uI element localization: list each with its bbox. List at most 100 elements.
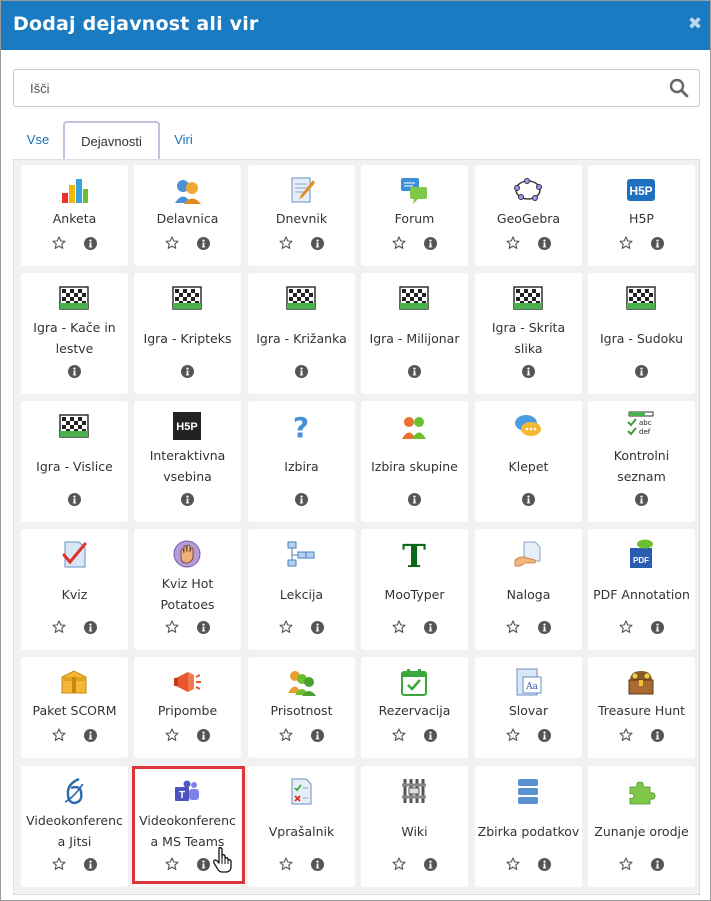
star-icon[interactable] [506, 620, 520, 634]
info-icon[interactable] [197, 621, 210, 634]
module-tile-prisotnost[interactable]: Prisotnost [248, 657, 355, 758]
tab-all[interactable]: Vse [13, 121, 63, 161]
info-icon[interactable] [84, 621, 97, 634]
module-tile-anketa[interactable]: Anketa [21, 165, 128, 266]
module-tile-videokonferenc-a-jitsi[interactable]: Videokonferenc a Jitsi [21, 766, 128, 887]
close-icon[interactable]: ✖ [687, 14, 703, 34]
module-tile-izbira[interactable]: ? Izbira [248, 401, 355, 522]
module-tile-pripombe[interactable]: Pripombe [134, 657, 241, 758]
info-icon[interactable] [538, 729, 551, 742]
info-icon[interactable] [635, 493, 648, 506]
info-icon[interactable] [68, 493, 81, 506]
info-icon[interactable] [538, 237, 551, 250]
module-tile-igra-skrita-slika[interactable]: Igra - Skrita slika [475, 273, 582, 394]
info-icon[interactable] [424, 729, 437, 742]
star-icon[interactable] [279, 620, 293, 634]
info-icon[interactable] [181, 493, 194, 506]
tab-activities[interactable]: Dejavnosti [63, 121, 160, 161]
module-tile-treasure-hunt[interactable]: Treasure Hunt [588, 657, 695, 758]
module-tile-vprasalnik[interactable]: Vprašalnik [248, 766, 355, 887]
info-icon[interactable] [197, 729, 210, 742]
star-icon[interactable] [52, 728, 66, 742]
info-icon[interactable] [197, 858, 210, 871]
star-icon[interactable] [392, 620, 406, 634]
module-tile-rezervacija[interactable]: Rezervacija [361, 657, 468, 758]
module-tile-dnevnik[interactable]: Dnevnik [248, 165, 355, 266]
star-icon[interactable] [52, 620, 66, 634]
star-icon[interactable] [619, 236, 633, 250]
info-icon[interactable] [84, 729, 97, 742]
module-tile-interaktivna-vsebina[interactable]: H5P Interaktivna vsebina [134, 401, 241, 522]
module-tile-klepet[interactable]: Klepet [475, 401, 582, 522]
info-icon[interactable] [84, 237, 97, 250]
info-icon[interactable] [197, 237, 210, 250]
star-icon[interactable] [279, 236, 293, 250]
module-tile-igra-sudoku[interactable]: Igra - Sudoku [588, 273, 695, 394]
module-tile-igra-kripteks[interactable]: Igra - Kripteks [134, 273, 241, 394]
info-icon[interactable] [538, 621, 551, 634]
module-tile-igra-milijonar[interactable]: Igra - Milijonar [361, 273, 468, 394]
tab-resources[interactable]: Viri [160, 121, 207, 161]
module-tile-igra-krizanka[interactable]: Igra - Križanka [248, 273, 355, 394]
module-tile-delavnica[interactable]: Delavnica [134, 165, 241, 266]
info-icon[interactable] [408, 493, 421, 506]
info-icon[interactable] [68, 365, 81, 378]
star-icon[interactable] [165, 728, 179, 742]
module-tile-geogebra[interactable]: GeoGebra [475, 165, 582, 266]
star-icon[interactable] [506, 236, 520, 250]
module-tile-igra-kace-in-lestve[interactable]: Igra - Kače in lestve [21, 273, 128, 394]
star-icon[interactable] [165, 236, 179, 250]
info-icon[interactable] [311, 621, 324, 634]
star-icon[interactable] [392, 857, 406, 871]
star-icon[interactable] [392, 728, 406, 742]
module-tile-zbirka-podatkov[interactable]: Zbirka podatkov [475, 766, 582, 887]
module-tile-lekcija[interactable]: Lekcija [248, 529, 355, 650]
search-icon[interactable] [669, 78, 689, 98]
module-tile-naloga[interactable]: Naloga [475, 529, 582, 650]
module-tile-paket-scorm[interactable]: Paket SCORM [21, 657, 128, 758]
info-icon[interactable] [651, 237, 664, 250]
star-icon[interactable] [52, 857, 66, 871]
info-icon[interactable] [424, 858, 437, 871]
info-icon[interactable] [538, 858, 551, 871]
info-icon[interactable] [651, 621, 664, 634]
module-tile-kontrolni-seznam[interactable]: abc def Kontrolni seznam [588, 401, 695, 522]
star-icon[interactable] [392, 236, 406, 250]
info-icon[interactable] [311, 237, 324, 250]
star-icon[interactable] [619, 857, 633, 871]
module-tile-zunanje-orodje[interactable]: Zunanje orodje [588, 766, 695, 887]
star-icon[interactable] [619, 620, 633, 634]
module-tile-mootyper[interactable]: T MooTyper [361, 529, 468, 650]
info-icon[interactable] [651, 858, 664, 871]
info-icon[interactable] [295, 493, 308, 506]
info-icon[interactable] [522, 365, 535, 378]
module-tile-forum[interactable]: Forum [361, 165, 468, 266]
module-tile-slovar[interactable]: Aa Slovar [475, 657, 582, 758]
star-icon[interactable] [165, 620, 179, 634]
module-tile-wiki[interactable]: Wiki [361, 766, 468, 887]
star-icon[interactable] [52, 236, 66, 250]
info-icon[interactable] [311, 729, 324, 742]
info-icon[interactable] [424, 237, 437, 250]
star-icon[interactable] [279, 728, 293, 742]
module-tile-izbira-skupine[interactable]: Izbira skupine [361, 401, 468, 522]
info-icon[interactable] [84, 858, 97, 871]
module-tile-pdf-annotation[interactable]: PDF PDF Annotation [588, 529, 695, 650]
module-tile-kviz-hot-potatoes[interactable]: Kviz Hot Potatoes [134, 529, 241, 650]
info-icon[interactable] [635, 365, 648, 378]
star-icon[interactable] [165, 857, 179, 871]
info-icon[interactable] [651, 729, 664, 742]
star-icon[interactable] [506, 857, 520, 871]
info-icon[interactable] [181, 365, 194, 378]
search-input[interactable] [14, 70, 654, 106]
star-icon[interactable] [619, 728, 633, 742]
module-tile-igra-vislice[interactable]: Igra - Vislice [21, 401, 128, 522]
info-icon[interactable] [311, 858, 324, 871]
info-icon[interactable] [424, 621, 437, 634]
info-icon[interactable] [408, 365, 421, 378]
star-icon[interactable] [279, 857, 293, 871]
info-icon[interactable] [522, 493, 535, 506]
module-tile-kviz[interactable]: Kviz [21, 529, 128, 650]
info-icon[interactable] [295, 365, 308, 378]
module-tile-h5p[interactable]: H5P H5P [588, 165, 695, 266]
